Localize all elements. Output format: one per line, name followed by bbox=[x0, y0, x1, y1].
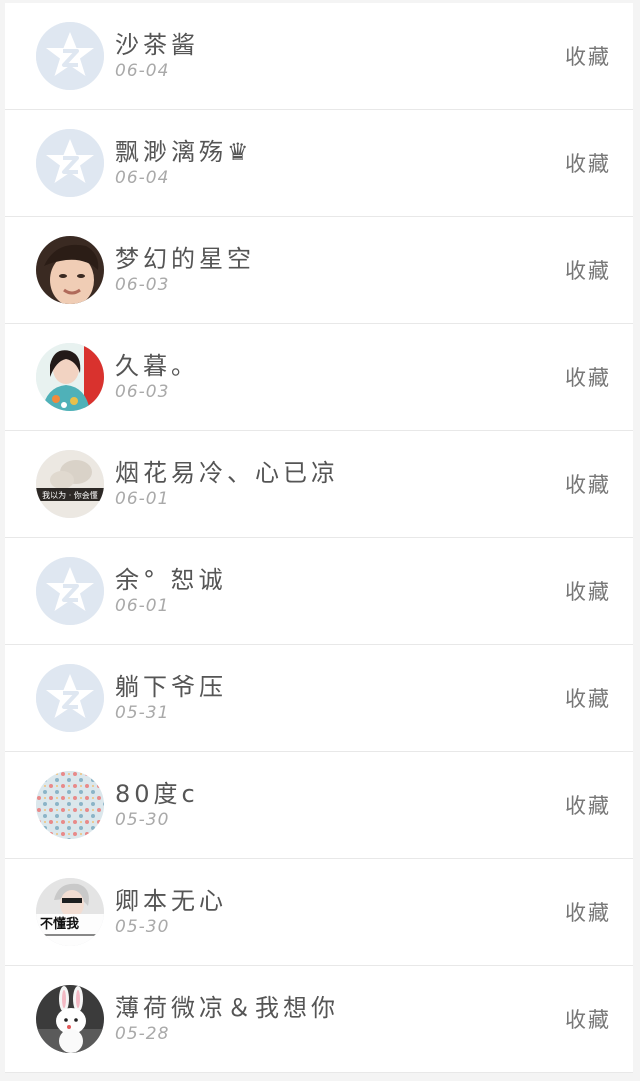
contact-date: 06-04 bbox=[115, 61, 170, 81]
list-item[interactable]: 飘渺漓殇♛ 06-04 收藏 bbox=[5, 110, 633, 217]
default-qzone-avatar[interactable] bbox=[36, 22, 104, 90]
list-item[interactable]: 躺下爷压 05-31 收藏 bbox=[5, 645, 633, 752]
favorite-button[interactable]: 收藏 bbox=[565, 148, 611, 178]
default-qzone-avatar[interactable] bbox=[36, 129, 104, 197]
avatar-caption: 我以为 · 你会懂 bbox=[42, 490, 98, 500]
photo-young-man[interactable] bbox=[36, 236, 104, 304]
contact-name: 80度c bbox=[115, 780, 199, 808]
list-item[interactable]: 余° 恕诚 06-01 收藏 bbox=[5, 538, 633, 645]
photo-bunny-doll[interactable] bbox=[36, 985, 104, 1053]
contact-date: 05-31 bbox=[115, 703, 170, 723]
favorite-button[interactable]: 收藏 bbox=[565, 255, 611, 285]
default-qzone-avatar[interactable] bbox=[36, 664, 104, 732]
contact-date: 06-03 bbox=[115, 275, 170, 295]
contact-date: 06-01 bbox=[115, 489, 170, 509]
list-item[interactable]: 沙茶酱 06-04 收藏 bbox=[5, 3, 633, 110]
favorites-list: 沙茶酱 06-04 收藏 飘渺漓殇♛ 06-04 收藏 梦幻的星空 06-03 … bbox=[5, 3, 633, 1073]
list-item[interactable]: 久暮。 06-03 收藏 bbox=[5, 324, 633, 431]
list-item[interactable]: 我以为 · 你会懂 烟花易冷、心已凉 06-01 收藏 bbox=[5, 431, 633, 538]
favorite-button[interactable]: 收藏 bbox=[565, 897, 611, 927]
list-item[interactable]: 不懂我 卿本无心 05-30 收藏 bbox=[5, 859, 633, 966]
favorite-button[interactable]: 收藏 bbox=[565, 1004, 611, 1034]
contact-name: 沙茶酱 bbox=[115, 31, 199, 59]
default-qzone-avatar[interactable] bbox=[36, 557, 104, 625]
contact-name: 久暮。 bbox=[115, 352, 199, 380]
contact-date: 05-28 bbox=[115, 1024, 170, 1044]
contact-name: 梦幻的星空 bbox=[115, 245, 255, 273]
contact-date: 05-30 bbox=[115, 810, 170, 830]
contact-date: 05-30 bbox=[115, 917, 170, 937]
favorite-button[interactable]: 收藏 bbox=[565, 362, 611, 392]
favorite-button[interactable]: 收藏 bbox=[565, 576, 611, 606]
favorite-button[interactable]: 收藏 bbox=[565, 41, 611, 71]
contact-name: 飘渺漓殇♛ bbox=[115, 138, 253, 166]
favorite-button[interactable]: 收藏 bbox=[565, 469, 611, 499]
avatar-caption: 不懂我 bbox=[40, 916, 79, 932]
list-item[interactable]: 薄荷微凉＆我想你 05-28 收藏 bbox=[5, 966, 633, 1073]
contact-name: 余° 恕诚 bbox=[115, 566, 227, 594]
contact-date: 06-01 bbox=[115, 596, 170, 616]
photo-pale-hands-text[interactable]: 我以为 · 你会懂 bbox=[36, 450, 104, 518]
list-item[interactable]: 80度c 05-30 收藏 bbox=[5, 752, 633, 859]
contact-name: 卿本无心 bbox=[115, 887, 227, 915]
contact-name: 薄荷微凉＆我想你 bbox=[115, 994, 339, 1022]
photo-girl-colorful[interactable] bbox=[36, 343, 104, 411]
contact-name: 烟花易冷、心已凉 bbox=[115, 459, 339, 487]
pattern-floral-dots[interactable] bbox=[36, 771, 104, 839]
favorite-button[interactable]: 收藏 bbox=[565, 790, 611, 820]
favorite-button[interactable]: 收藏 bbox=[565, 683, 611, 713]
contact-name: 躺下爷压 bbox=[115, 673, 227, 701]
photo-boy-text[interactable]: 不懂我 bbox=[36, 878, 104, 946]
contact-date: 06-04 bbox=[115, 168, 170, 188]
list-item[interactable]: 梦幻的星空 06-03 收藏 bbox=[5, 217, 633, 324]
contact-date: 06-03 bbox=[115, 382, 170, 402]
